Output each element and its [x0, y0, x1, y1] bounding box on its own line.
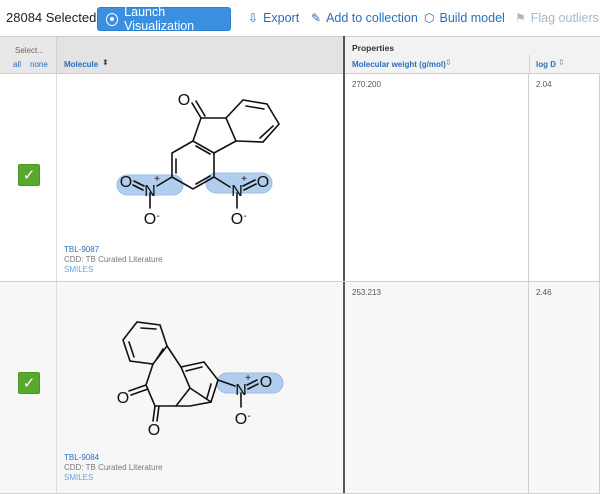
row-checkbox[interactable]: ✓	[18, 164, 40, 186]
build-model-label: Build model	[439, 11, 505, 25]
charge-label: -	[156, 211, 159, 222]
flag-icon: ⚑	[515, 11, 526, 25]
table-row: ✓	[0, 282, 600, 494]
visualization-icon	[106, 12, 119, 26]
molecule-source: CDD: TB Curated Literature	[64, 463, 163, 472]
molecule-column-header[interactable]: Molecule ⬍	[57, 36, 343, 74]
mw-cell: 270.200	[345, 74, 529, 281]
flag-outliers-label: Flag outliers	[530, 11, 599, 25]
molecule-id-link[interactable]: TBL-9084	[64, 453, 99, 462]
atom-label: O	[235, 411, 247, 428]
atom-label: O	[178, 92, 190, 109]
atom-label: O	[257, 174, 269, 191]
mw-cell: 253.213	[345, 282, 529, 493]
logd-value: 2.46	[536, 288, 552, 297]
smiles-link[interactable]: SMILES	[64, 473, 93, 482]
mw-value: 270.200	[352, 80, 381, 89]
molecule-cell: O O N O O + - TBL-9084 CDD: TB Curated L…	[57, 282, 343, 493]
export-icon: ⇩	[248, 11, 259, 25]
molecule-source: CDD: TB Curated Literature	[64, 255, 163, 264]
logd-value: 2.04	[536, 80, 552, 89]
build-model-button[interactable]: ⬡ Build model	[424, 11, 505, 25]
sort-desc-icon[interactable]: ⬍	[102, 58, 109, 67]
atom-label: N	[144, 183, 156, 200]
mw-value: 253.213	[352, 288, 381, 297]
atom-label: O	[117, 390, 129, 407]
table-row: ✓	[0, 74, 600, 282]
logd-cell: 2.46	[529, 282, 600, 493]
toolbar: 28084 Selected: Launch Visualization ⇩ E…	[0, 0, 600, 36]
logd-cell: 2.04	[529, 74, 600, 281]
tag-icon: ✎	[311, 11, 322, 25]
row-select-cell: ✓	[0, 282, 57, 493]
properties-group-label: Properties	[352, 43, 395, 53]
atom-label: O	[144, 211, 156, 228]
molecule-structure-image: O N O O N O O + - + -	[116, 92, 280, 228]
charge-label: +	[241, 174, 247, 185]
select-column-header: Select... all none	[0, 36, 57, 74]
molecule-structure-image: O O N O O + -	[117, 321, 284, 439]
atom-label: O	[148, 422, 160, 439]
cube-icon: ⬡	[424, 11, 435, 25]
charge-label: +	[245, 373, 251, 384]
header-divider	[529, 55, 530, 75]
atom-label: N	[235, 382, 247, 399]
select-label: Select...	[15, 46, 44, 55]
atom-label: N	[231, 183, 243, 200]
row-checkbox[interactable]: ✓	[18, 372, 40, 394]
properties-column-group: Properties Molecular weight (g/mol) ⇕ lo…	[345, 36, 600, 75]
charge-label: -	[243, 211, 246, 222]
add-to-collection-label: Add to collection	[326, 11, 418, 25]
atom-label: O	[120, 174, 132, 191]
select-all-link[interactable]: all	[13, 60, 21, 69]
atom-label: O	[231, 211, 243, 228]
molecule-cell: O N O O N O O + - + - TBL-9087 CDD: TB C…	[57, 74, 343, 281]
logd-sort-icon[interactable]: ⇕	[558, 58, 565, 67]
row-select-cell: ✓	[0, 74, 57, 281]
smiles-link[interactable]: SMILES	[64, 265, 93, 274]
select-none-link[interactable]: none	[30, 60, 48, 69]
molecule-header-label: Molecule	[64, 60, 99, 69]
selected-count: 28084 Selected:	[6, 10, 100, 25]
molecule-id-link[interactable]: TBL-9087	[64, 245, 99, 254]
flag-outliers-button[interactable]: ⚑ Flag outliers	[515, 11, 599, 25]
add-to-collection-button[interactable]: ✎ Add to collection	[311, 11, 418, 25]
atom-label: O	[260, 374, 272, 391]
launch-visualization-button[interactable]: Launch Visualization	[97, 5, 231, 33]
mw-header-label[interactable]: Molecular weight (g/mol)	[352, 60, 446, 69]
logd-header-label[interactable]: log D	[536, 60, 556, 69]
charge-label: -	[247, 411, 250, 422]
charge-label: +	[154, 174, 160, 185]
export-label: Export	[263, 11, 300, 25]
mw-sort-icon[interactable]: ⇕	[445, 58, 452, 67]
export-button[interactable]: ⇩ Export	[248, 11, 299, 25]
launch-visualization-label: Launch Visualization	[124, 5, 195, 33]
